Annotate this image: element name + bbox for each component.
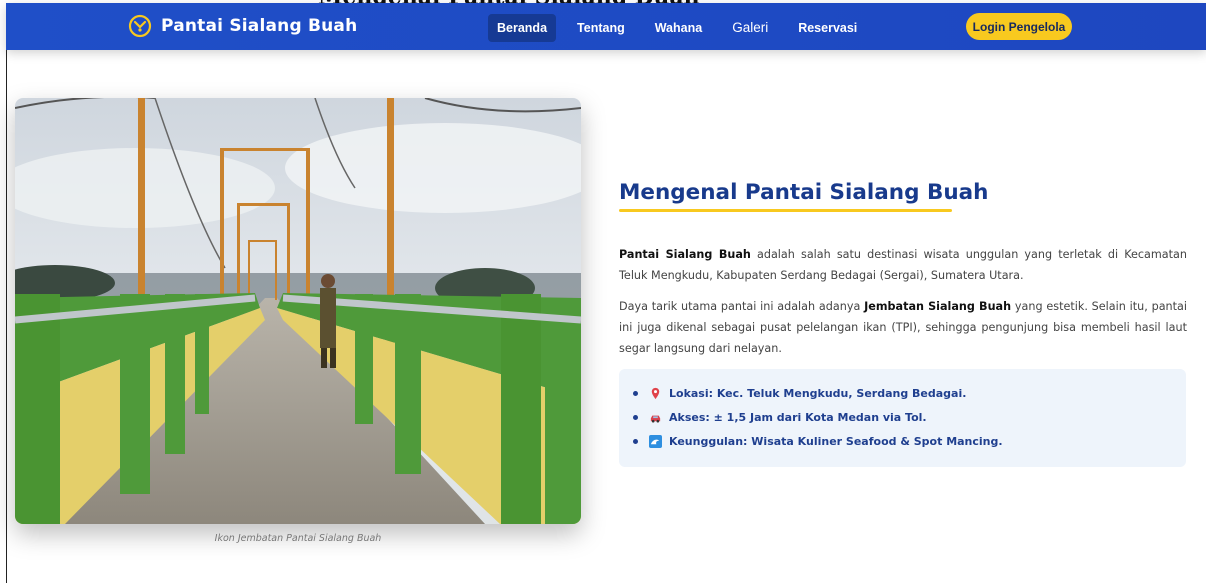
list-item: Akses: ± 1,5 Jam dari Kota Medan via Tol… [633,405,1003,429]
list-item: Lokasi: Kec. Teluk Mengkudu, Serdang Bed… [633,381,1003,405]
bullet [633,390,638,396]
fact-access: Akses: ± 1,5 Jam dari Kota Medan via Tol… [669,410,927,424]
title-underline [619,209,952,212]
intro-paragraph: Pantai Sialang Buah adalah salah satu de… [619,244,1187,286]
attraction-text-start: Daya tarik utama pantai ini adalah adany… [619,300,865,313]
fact-advantage: Keunggulan: Wisata Kuliner Seafood & Spo… [669,434,1003,448]
navbar: Pantai Sialang Buah Beranda Tentang Waha… [6,3,1206,50]
bullet [633,438,638,444]
nav-link-wahana[interactable]: Wahana [646,14,711,42]
nav-link-reservasi[interactable]: Reservasi [789,14,866,42]
nav-links: Beranda Tentang Wahana Galeri Reservasi [488,13,878,42]
attraction-bold: Jembatan Sialang Buah [864,300,1012,313]
photo-caption: Ikon Jembatan Pantai Sialang Buah [214,533,382,544]
nav-link-tentang[interactable]: Tentang [568,14,634,42]
nav-link-galeri[interactable]: Galeri [723,13,777,42]
list-item: Keunggulan: Wisata Kuliner Seafood & Spo… [633,429,1003,453]
brand-name: Pantai Sialang Buah [161,16,358,36]
info-box: Lokasi: Kec. Teluk Mengkudu, Serdang Bed… [619,369,1186,467]
car-icon [650,415,661,423]
wave-icon [649,434,662,448]
facts-list: Lokasi: Kec. Teluk Mengkudu, Serdang Bed… [633,381,1003,453]
attraction-paragraph: Daya tarik utama pantai ini adalah adany… [619,296,1187,359]
intro-bold: Pantai Sialang Buah [619,248,751,261]
nav-link-beranda[interactable]: Beranda [488,13,557,42]
page-edge-divider [6,50,7,583]
brand[interactable]: Pantai Sialang Buah [128,14,357,38]
section-title: Mengenal Pantai Sialang Buah [619,180,989,205]
login-button[interactable]: Login Pengelola [966,13,1072,40]
fact-location: Lokasi: Kec. Teluk Mengkudu, Serdang Bed… [669,386,967,400]
compass-logo-icon [128,14,152,38]
bullet [633,414,638,420]
bridge-photo [15,98,581,524]
pin-icon [651,387,660,399]
